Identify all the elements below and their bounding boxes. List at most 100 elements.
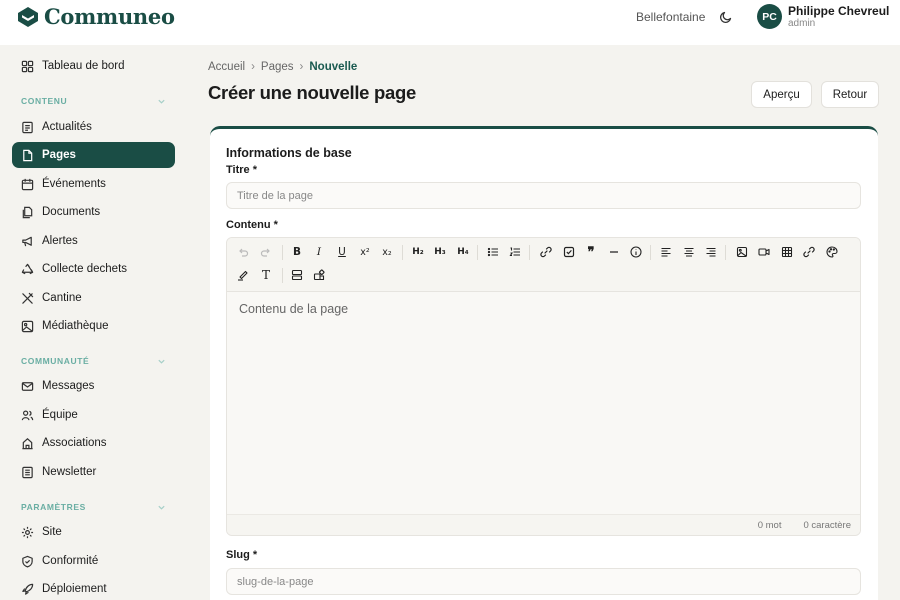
character-count: 0 caractère [803,519,851,531]
sidebar-item-mediatheque[interactable]: Médiathèque [12,313,175,339]
sidebar-item-site[interactable]: Site [12,519,175,545]
sidebar-item-label: Tableau de bord [42,60,125,72]
chevron-down-icon [158,359,165,364]
sidebar-section-contenu[interactable]: CONTENU [21,96,166,106]
content-label: Contenu * [226,219,278,231]
color-palette-icon[interactable] [823,243,841,261]
underline-button[interactable]: U [333,243,351,261]
sidebar-item-alertes[interactable]: Alertes [12,228,175,254]
dashboard-icon [21,60,34,72]
gear-icon [21,526,34,538]
sidebar-item-associations[interactable]: Associations [12,430,175,456]
sidebar-item-label: Équipe [42,409,78,421]
user-name: Philippe Chevreul [788,4,890,18]
layout-block-icon[interactable] [288,266,306,284]
sidebar-item-newsletter[interactable]: Newsletter [12,459,175,485]
sidebar-item-label: Alertes [42,235,78,247]
sidebar-item-messages[interactable]: Messages [12,373,175,399]
dark-mode-icon[interactable] [719,10,733,24]
section-title: PARAMÈTRES [21,502,86,512]
breadcrumb-current: Nouvelle [309,61,358,73]
insert-table-icon[interactable] [778,243,796,261]
calendar-icon [21,178,34,190]
checklist-icon[interactable] [560,243,578,261]
newspaper-icon [22,121,33,133]
title-label: Titre * [226,164,257,176]
quote-icon[interactable]: ❞ [582,243,600,261]
sidebar: Tableau de bord CONTENU Actualités Pages… [0,45,190,600]
slug-input[interactable] [226,568,861,595]
mail-icon [21,381,34,391]
editor-content-area[interactable]: Contenu de la page [239,302,348,316]
app-logo[interactable]: Communeo [17,4,175,29]
town-name[interactable]: Bellefontaine [636,10,705,24]
heading-4-button[interactable]: H₄ [454,243,472,261]
breadcrumb-pages[interactable]: Pages [261,61,294,73]
heading-3-button[interactable]: H₃ [431,243,449,261]
align-left-icon[interactable] [657,243,675,261]
sidebar-item-documents[interactable]: Documents [12,199,175,225]
card-title: Informations de base [226,146,352,160]
info-icon[interactable] [627,243,645,261]
app-name: Communeo [44,4,175,29]
italic-button[interactable]: I [310,243,328,261]
sidebar-item-label: Médiathèque [42,320,109,332]
title-input[interactable] [226,182,861,209]
insert-widget-icon[interactable] [310,266,328,284]
bullet-list-icon[interactable] [484,243,502,261]
word-counter: 0 mot 0 caractère [227,514,860,535]
ordered-list-icon[interactable] [506,243,524,261]
sidebar-section-parametres[interactable]: PARAMÈTRES [21,502,166,512]
embed-link-icon[interactable] [800,243,818,261]
section-title: COMMUNAUTÉ [21,356,90,366]
rich-text-editor: B I U x² x₂ H₂ H₃ H₄ ❞ T Contenu de la p… [226,237,861,536]
sidebar-item-deploiement[interactable]: Déploiement [12,576,175,600]
align-right-icon[interactable] [702,243,720,261]
sidebar-item-conformite[interactable]: Conformité [12,548,175,574]
chevron-down-icon [158,99,165,104]
sidebar-item-dashboard[interactable]: Tableau de bord [12,53,175,79]
undo-icon[interactable] [234,243,252,261]
top-header: Communeo Bellefontaine PC Philippe Chevr… [0,0,900,45]
back-button[interactable]: Retour [821,81,879,108]
sidebar-item-pages[interactable]: Pages [12,142,175,168]
clear-format-button[interactable]: T [257,266,275,284]
sidebar-item-label: Newsletter [42,466,97,478]
bold-button[interactable]: B [288,243,306,261]
sidebar-item-cantine[interactable]: Cantine [12,285,175,311]
sidebar-section-communaute[interactable]: COMMUNAUTÉ [21,356,166,366]
link-icon[interactable] [537,243,555,261]
avatar[interactable]: PC [757,4,782,29]
sidebar-item-collecte-dechets[interactable]: Collecte dechets [12,256,175,282]
insert-video-icon[interactable] [755,243,773,261]
heading-2-button[interactable]: H₂ [409,243,427,261]
shield-check-icon [22,555,33,567]
align-center-icon[interactable] [680,243,698,261]
building-icon [22,437,33,449]
superscript-button[interactable]: x² [356,243,374,261]
redo-icon[interactable] [257,243,275,261]
breadcrumb-home[interactable]: Accueil [208,61,245,73]
sidebar-item-actualites[interactable]: Actualités [12,114,175,140]
sidebar-item-label: Actualités [42,121,92,133]
sidebar-item-label: Événements [42,178,106,190]
chevron-right-icon: › [299,61,304,73]
sidebar-item-label: Associations [42,437,107,449]
sidebar-item-label: Cantine [42,292,82,304]
sidebar-item-label: Conformité [42,555,99,567]
sidebar-item-evenements[interactable]: Événements [12,171,175,197]
page-title: Créer une nouvelle page [208,82,416,103]
page-icon [23,149,33,161]
highlight-icon[interactable] [234,266,252,284]
slug-label: Slug * [226,549,258,561]
rocket-icon [22,583,34,595]
sidebar-item-equipe[interactable]: Équipe [12,402,175,428]
section-title: CONTENU [21,96,68,106]
horizontal-rule-icon[interactable] [605,243,623,261]
preview-button[interactable]: Aperçu [751,81,812,108]
sidebar-item-label: Documents [42,206,101,218]
subscript-button[interactable]: x₂ [378,243,396,261]
newsletter-icon [22,466,33,478]
sidebar-item-label: Pages [42,149,76,161]
insert-image-icon[interactable] [733,243,751,261]
